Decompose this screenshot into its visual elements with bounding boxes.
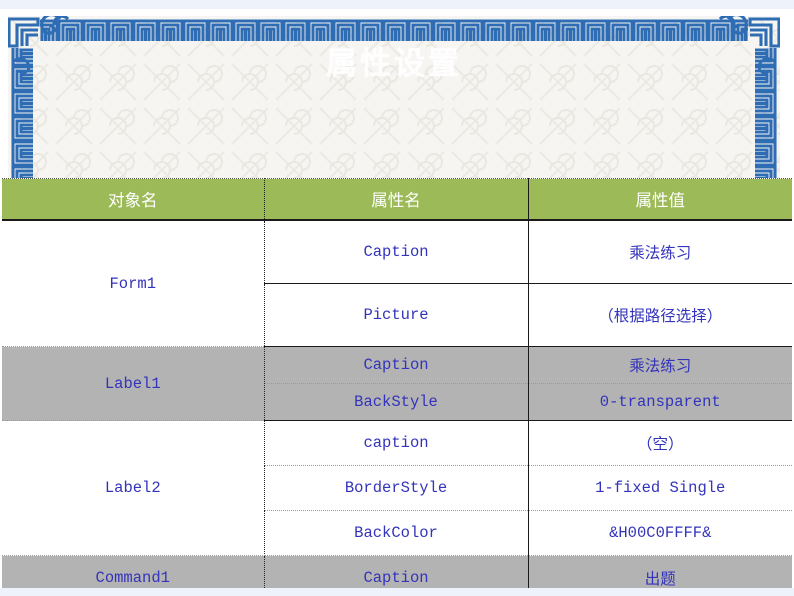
cell-property-value: 乘法练习 — [528, 346, 792, 384]
cell-property-name: Caption — [264, 220, 529, 284]
top-accent-strip — [0, 0, 794, 9]
cell-property-name: BorderStyle — [264, 465, 529, 511]
table-row: Label1 Caption 乘法练习 — [2, 346, 792, 421]
cell-property-name: caption — [264, 420, 529, 466]
cell-property-name: BackColor — [264, 510, 529, 556]
properties-table: 对象名 属性名 属性值 Form1 Caption 乘法练习 Picture （… — [2, 178, 792, 596]
slide-canvas: 属性设置 对象名 属性名 属性值 Form1 Caption 乘法练习 Pict… — [0, 0, 794, 596]
cell-property-value: 乘法练习 — [528, 220, 792, 284]
cell-object-name: Label1 — [2, 346, 265, 421]
cell-object-name: Label2 — [2, 420, 265, 556]
table-row: Form1 Caption 乘法练习 — [2, 220, 792, 347]
bottom-accent-strip — [0, 588, 794, 596]
cell-property-value: （根据路径选择） — [528, 283, 792, 347]
column-header-property-name: 属性名 — [264, 178, 529, 221]
table-body: Form1 Caption 乘法练习 Picture （根据路径选择） Labe… — [2, 220, 792, 596]
cell-object-name: Form1 — [2, 220, 265, 347]
cell-property-value: &H00C0FFFF& — [528, 510, 792, 556]
cell-property-value: （空） — [528, 420, 792, 466]
column-header-object-name: 对象名 — [2, 178, 265, 221]
greek-key-border — [8, 16, 780, 178]
cell-property-value: 0-transparent — [528, 383, 792, 421]
column-header-property-value: 属性值 — [528, 178, 792, 221]
cell-property-name: Picture — [264, 283, 529, 347]
title-frame-panel: 属性设置 — [8, 16, 780, 178]
cell-property-name: BackStyle — [264, 383, 529, 421]
table-row: Label2 caption （空） — [2, 420, 792, 556]
cell-property-value: 1-fixed Single — [528, 465, 792, 511]
table-header-row: 对象名 属性名 属性值 — [2, 178, 792, 221]
cell-property-name: Caption — [264, 346, 529, 384]
